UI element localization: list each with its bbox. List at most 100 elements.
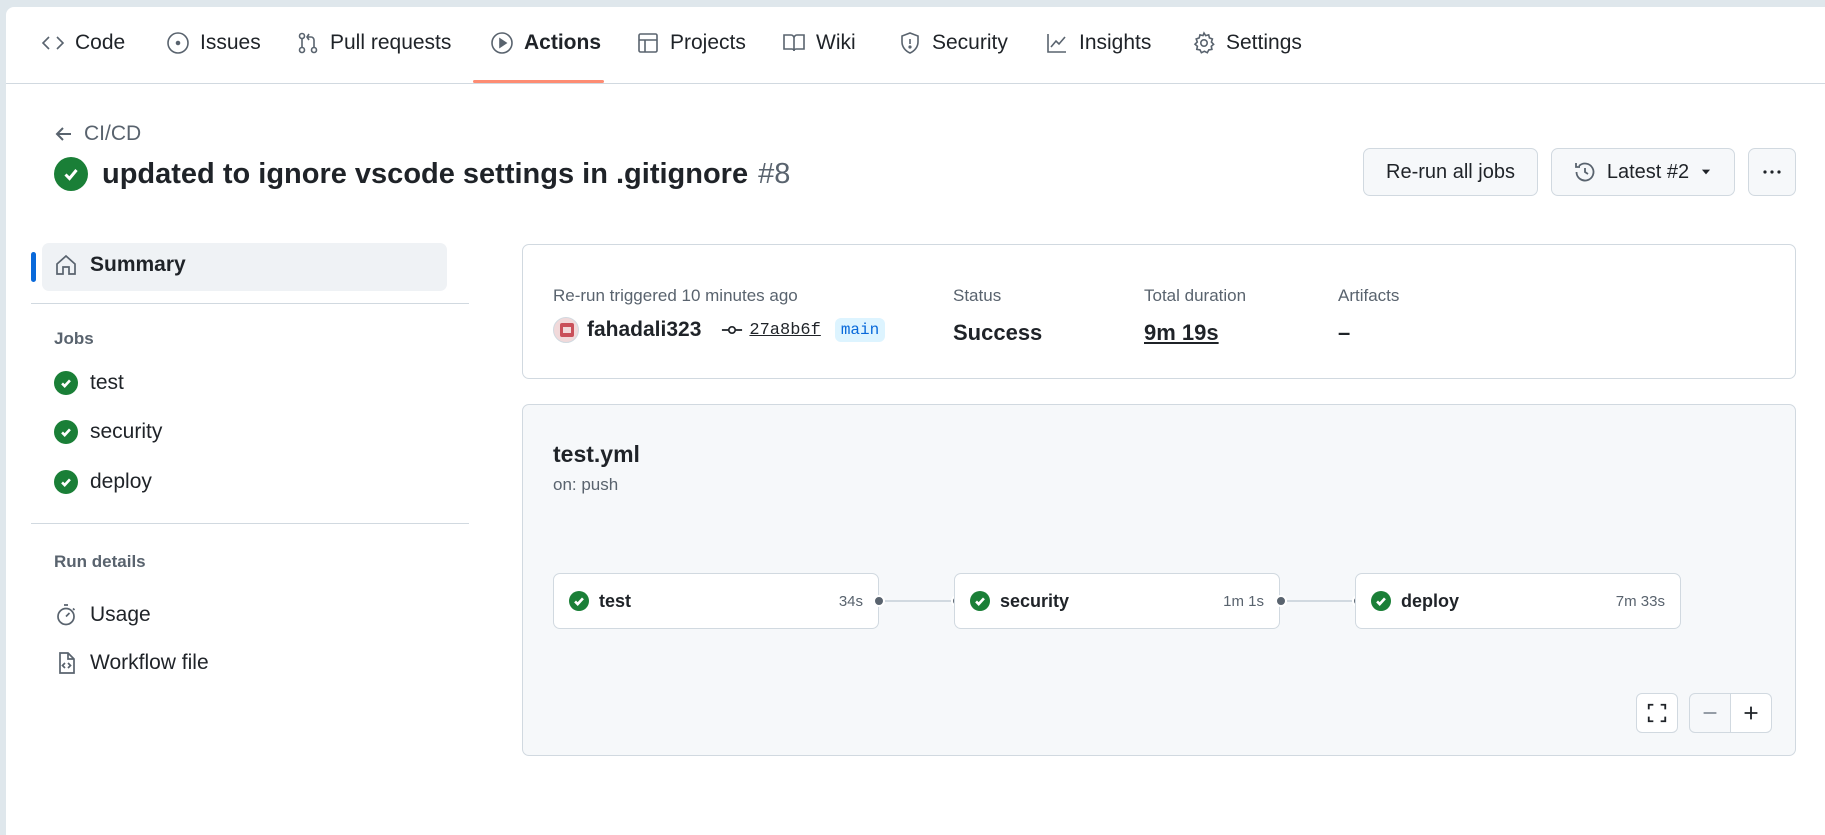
commit-link[interactable]: 27a8b6f (721, 319, 821, 341)
zoom-in-button[interactable] (1730, 693, 1772, 733)
sidebar-divider (31, 303, 469, 304)
kebab-horizontal-icon (1763, 170, 1781, 174)
check-circle-fill-icon (54, 470, 78, 494)
home-icon (56, 254, 76, 275)
workflow-graph-panel: test.yml on: push test 34s security 1m 1… (522, 404, 1796, 756)
tab-code[interactable]: Code (33, 23, 133, 63)
file-code-icon (59, 652, 75, 674)
check-circle-fill-icon (569, 591, 589, 611)
trigger-info: fahadali323 27a8b6f main (553, 317, 886, 343)
tab-wiki-label: Wiki (816, 31, 856, 54)
tab-projects-label: Projects (670, 31, 746, 54)
tab-pull-requests[interactable]: Pull requests (288, 23, 459, 63)
plus-icon (1744, 706, 1758, 720)
attempt-selector-button[interactable]: Latest #2 (1551, 148, 1735, 196)
issue-opened-icon (167, 32, 189, 54)
job-node-security[interactable]: security 1m 1s (954, 573, 1280, 629)
rerun-label: Re-run all jobs (1386, 160, 1515, 183)
play-icon (491, 32, 513, 54)
shield-icon (901, 32, 919, 54)
tab-insights-label: Insights (1079, 31, 1152, 54)
status-value: Success (953, 320, 1043, 345)
tab-security-label: Security (932, 31, 1008, 54)
triangle-down-icon (1702, 169, 1711, 175)
attempt-label: Latest #2 (1606, 160, 1690, 183)
job-node-deploy[interactable]: deploy 7m 33s (1355, 573, 1681, 629)
workflow-trigger: on: push (553, 475, 619, 494)
connector-dot (873, 595, 885, 607)
tab-security[interactable]: Security (890, 23, 1016, 63)
tab-wiki[interactable]: Wiki (774, 23, 864, 63)
tab-projects[interactable]: Projects (628, 23, 754, 63)
table-icon (638, 33, 658, 53)
sidebar-usage-label: Usage (90, 603, 151, 626)
check-circle-fill-icon (970, 591, 990, 611)
sidebar-job-label: deploy (90, 470, 152, 493)
run-title-row: updated to ignore vscode settings in .gi… (54, 157, 790, 191)
avatar[interactable] (553, 317, 579, 343)
workflow-file-name: test.yml (553, 441, 640, 467)
duration-value[interactable]: 9m 19s (1144, 320, 1219, 346)
tab-issues[interactable]: Issues (158, 23, 269, 63)
run-title: updated to ignore vscode settings in .gi… (102, 157, 749, 190)
tab-settings-label: Settings (1226, 31, 1302, 54)
back-link-label: CI/CD (84, 122, 142, 145)
run-details-heading: Run details (54, 552, 146, 571)
connector-dot (1275, 595, 1287, 607)
code-icon (41, 36, 65, 50)
back-to-workflow-link[interactable]: CI/CD (54, 122, 141, 146)
app-window: Code Issues Pull requests Actions Projec… (6, 7, 1825, 835)
artifacts-label: Artifacts (1338, 286, 1400, 305)
run-summary-card: Re-run triggered 10 minutes ago fahadali… (522, 244, 1796, 379)
check-circle-fill-icon (54, 371, 78, 395)
job-node-name: deploy (1401, 590, 1460, 611)
repo-nav: Code Issues Pull requests Actions Projec… (6, 7, 1825, 84)
tab-actions[interactable]: Actions (482, 23, 609, 63)
trigger-text: Re-run triggered 10 minutes ago (553, 286, 798, 305)
tab-pull-requests-label: Pull requests (330, 31, 452, 54)
sidebar-active-indicator (31, 252, 36, 282)
job-node-test[interactable]: test 34s (553, 573, 879, 629)
git-commit-icon (722, 325, 743, 335)
active-tab-underline (473, 80, 604, 83)
check-circle-fill-icon (1371, 591, 1391, 611)
tab-settings[interactable]: Settings (1184, 23, 1310, 63)
status-label: Status (953, 286, 1002, 305)
git-pull-request-icon (298, 32, 318, 54)
branch-label[interactable]: main (834, 318, 886, 342)
book-icon (783, 34, 805, 52)
sidebar-job-test[interactable]: test (54, 371, 124, 395)
job-node-name: test (599, 590, 632, 611)
gear-icon (1193, 31, 1215, 54)
jobs-heading: Jobs (54, 329, 94, 348)
artifacts-value: – (1338, 320, 1351, 345)
arrow-left-icon (55, 127, 71, 141)
job-connector (885, 600, 951, 602)
sidebar-job-security[interactable]: security (54, 420, 162, 444)
tab-insights[interactable]: Insights (1037, 23, 1159, 63)
tab-actions-label: Actions (524, 31, 602, 54)
duration-label: Total duration (1144, 286, 1247, 305)
sidebar-summary-label: Summary (90, 253, 186, 276)
job-connector (1287, 600, 1353, 602)
run-number: #8 (758, 157, 791, 190)
sidebar-item-summary[interactable]: Summary (54, 253, 186, 277)
actor-name[interactable]: fahadali323 (587, 318, 701, 342)
tab-issues-label: Issues (200, 31, 261, 54)
check-circle-fill-icon (54, 420, 78, 444)
screen-full-icon (1647, 703, 1667, 723)
sidebar-item-usage[interactable]: Usage (54, 603, 151, 627)
job-node-duration: 34s (838, 592, 863, 610)
sidebar-job-deploy[interactable]: deploy (54, 470, 152, 494)
commit-sha: 27a8b6f (749, 320, 821, 340)
sidebar-workflow-file-label: Workflow file (90, 651, 209, 674)
rerun-all-jobs-button[interactable]: Re-run all jobs (1363, 148, 1538, 196)
more-options-button[interactable] (1748, 148, 1796, 196)
page-title: updated to ignore vscode settings in .gi… (102, 158, 790, 191)
fullscreen-button[interactable] (1636, 693, 1678, 733)
stopwatch-icon (57, 604, 76, 626)
sidebar-item-workflow-file[interactable]: Workflow file (54, 651, 209, 675)
history-icon (1574, 162, 1595, 182)
sidebar-divider (31, 523, 469, 524)
zoom-out-button[interactable] (1689, 693, 1731, 733)
